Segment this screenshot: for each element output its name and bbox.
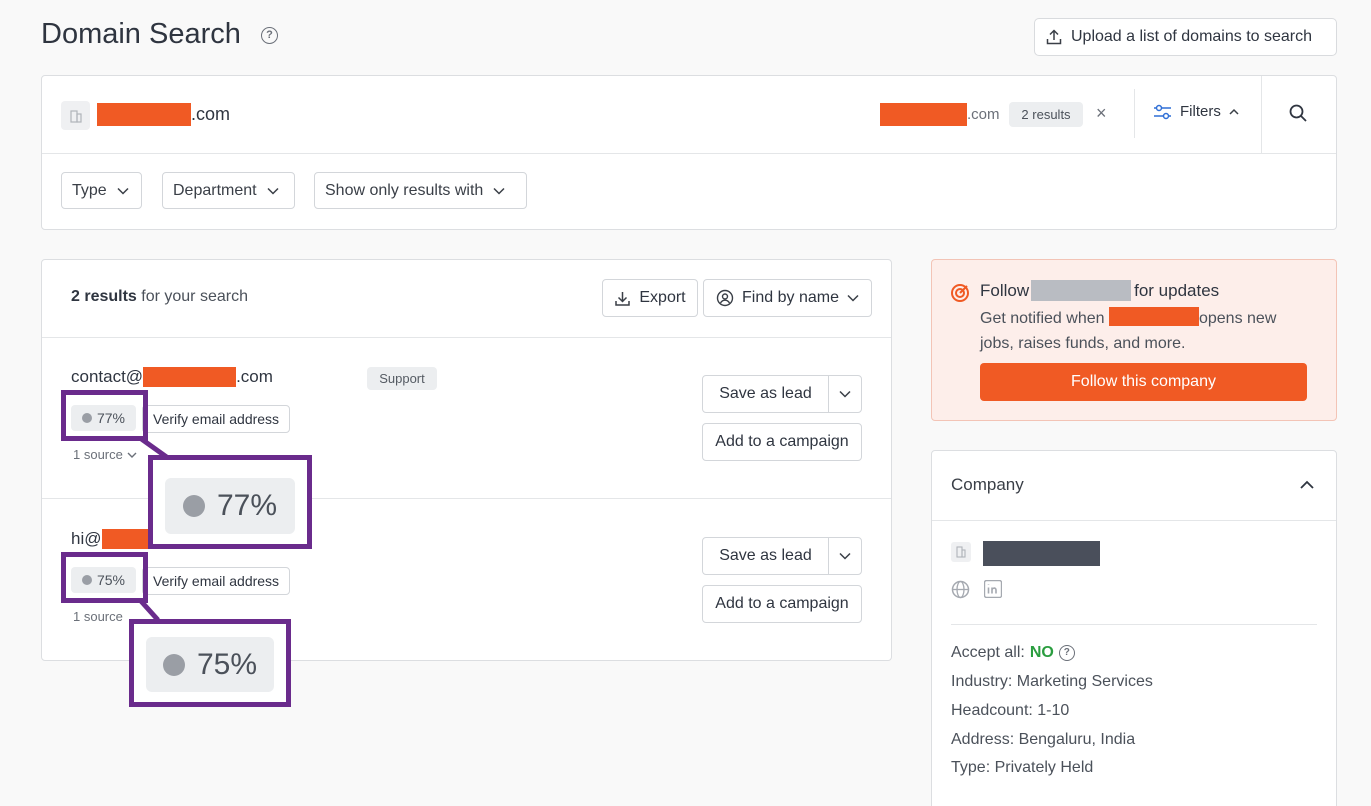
accept-all-row: Accept all: NO ? bbox=[951, 644, 1075, 662]
building-icon bbox=[951, 542, 971, 567]
highlight-box bbox=[61, 390, 148, 441]
globe-icon[interactable] bbox=[951, 580, 970, 604]
zoom-callout: 75% bbox=[129, 619, 291, 707]
target-icon bbox=[950, 283, 970, 308]
follow-title: Follow for updates bbox=[980, 280, 1219, 301]
linkedin-icon[interactable] bbox=[983, 579, 1003, 603]
company-card bbox=[931, 450, 1337, 806]
zoomed-score: 77% bbox=[165, 478, 295, 534]
status-dot bbox=[182, 495, 205, 517]
accept-all-value: NO bbox=[1029, 644, 1054, 661]
status-dot bbox=[162, 653, 185, 676]
type-row: Type: Privately Held bbox=[951, 759, 1094, 776]
company-section-title: Company bbox=[951, 475, 1024, 494]
highlight-box bbox=[61, 552, 148, 603]
divider bbox=[932, 520, 1336, 521]
chevron-up-icon[interactable] bbox=[1300, 476, 1314, 494]
address-row: Address: Bengaluru, India bbox=[951, 731, 1136, 748]
headcount-row: Headcount: 1-10 bbox=[951, 702, 1070, 719]
zoomed-score-value: 75% bbox=[196, 647, 258, 681]
redacted-company-name bbox=[983, 541, 1100, 566]
follow-company-button[interactable]: Follow this company bbox=[980, 363, 1307, 401]
follow-title-suffix: for updates bbox=[1134, 280, 1220, 300]
accept-all-label: Accept all: bbox=[951, 644, 1025, 661]
zoom-callout: 77% bbox=[148, 455, 312, 549]
redacted-company bbox=[1108, 307, 1199, 326]
industry-row: Industry: Marketing Services bbox=[951, 673, 1153, 690]
follow-title-prefix: Follow bbox=[980, 280, 1030, 300]
follow-desc-prefix: Get notified when bbox=[980, 310, 1105, 327]
follow-description: Get notified when opens new jobs, raises… bbox=[980, 306, 1310, 356]
zoomed-score: 75% bbox=[146, 637, 274, 692]
redacted-company bbox=[1031, 280, 1132, 301]
zoomed-score-value: 77% bbox=[216, 489, 278, 522]
help-icon[interactable]: ? bbox=[1058, 645, 1075, 661]
divider bbox=[951, 624, 1317, 625]
